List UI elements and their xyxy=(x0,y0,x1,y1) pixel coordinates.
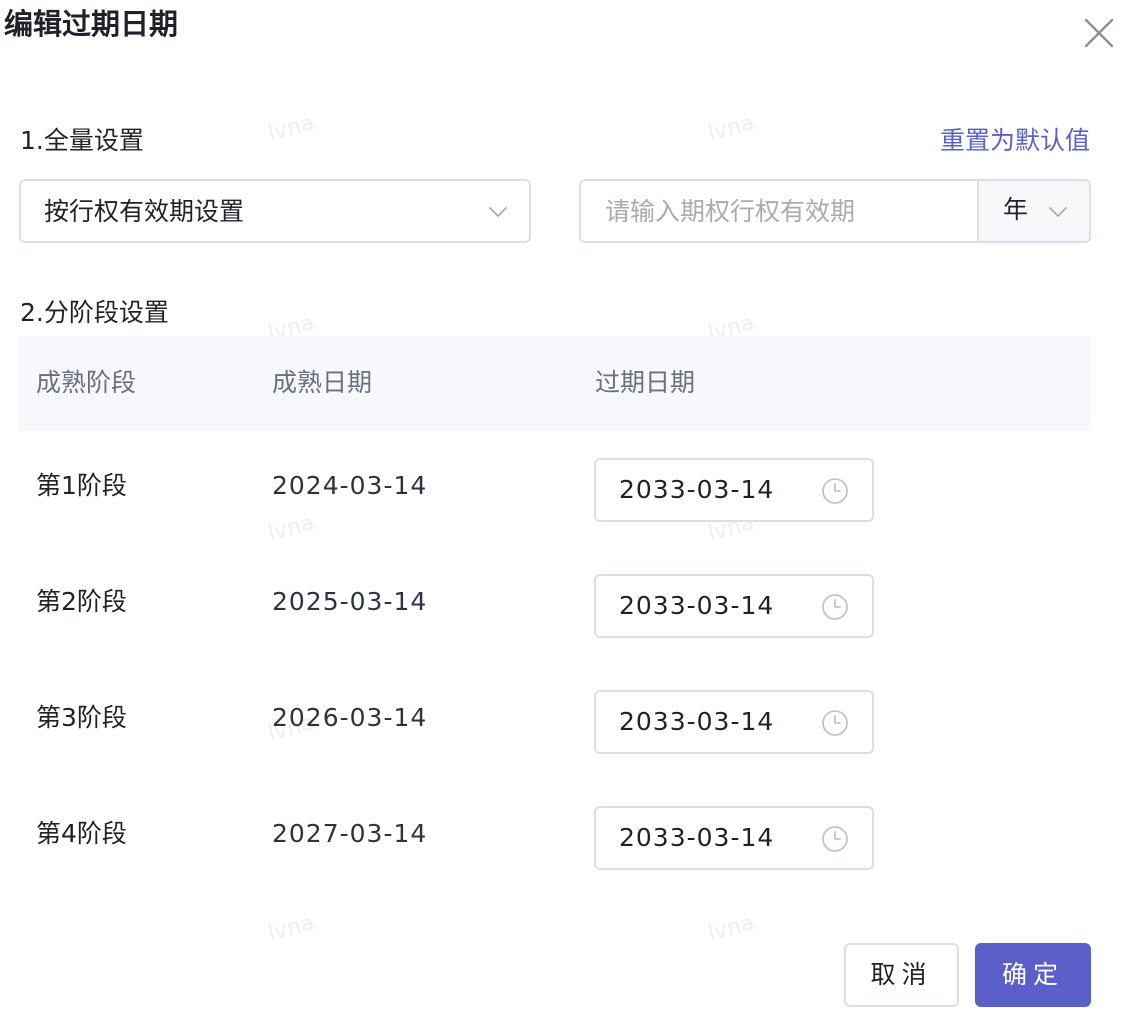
expiry-mode-value: 按行权有效期设置 xyxy=(44,197,245,226)
watermark: lvna xyxy=(705,110,758,147)
period-unit-value: 年 xyxy=(1003,195,1029,224)
expire-date-value: 2033-03-14 xyxy=(619,823,775,852)
exercise-period-input[interactable] xyxy=(581,181,977,241)
expire-date-picker[interactable]: 2033-03-14 xyxy=(594,574,874,638)
close-button[interactable] xyxy=(1080,14,1118,52)
stage-name: 第3阶段 xyxy=(36,703,127,732)
chevron-down-icon xyxy=(1049,207,1067,217)
watermark: lvna xyxy=(265,110,318,147)
table-row: 第1阶段 2024-03-14 2033-03-14 xyxy=(19,431,1091,547)
clock-icon xyxy=(822,478,848,504)
clock-icon xyxy=(822,594,848,620)
expire-date-picker[interactable]: 2033-03-14 xyxy=(594,458,874,522)
clock-icon xyxy=(822,826,848,852)
stage-name: 第4阶段 xyxy=(36,819,127,848)
section-stage-settings-label: 2.分阶段设置 xyxy=(20,298,169,327)
expire-date-picker[interactable]: 2033-03-14 xyxy=(594,806,874,870)
expire-date-picker[interactable]: 2033-03-14 xyxy=(594,690,874,754)
column-header-mature-date: 成熟日期 xyxy=(272,368,373,397)
dialog-title: 编辑过期日期 xyxy=(4,7,179,41)
stage-table: 成熟阶段 成熟日期 过期日期 第1阶段 2024-03-14 2033-03-1… xyxy=(19,336,1091,895)
close-icon xyxy=(1084,18,1114,48)
expire-date-value: 2033-03-14 xyxy=(619,707,775,736)
column-header-stage: 成熟阶段 xyxy=(36,368,137,397)
mature-date: 2024-03-14 xyxy=(272,471,428,500)
reset-default-link[interactable]: 重置为默认值 xyxy=(940,124,1090,158)
table-header: 成熟阶段 成熟日期 过期日期 xyxy=(19,336,1091,431)
expire-date-value: 2033-03-14 xyxy=(619,591,775,620)
clock-icon xyxy=(822,710,848,736)
watermark: lvna xyxy=(705,910,758,947)
table-row: 第4阶段 2027-03-14 2033-03-14 xyxy=(19,779,1091,895)
stage-name: 第2阶段 xyxy=(36,587,127,616)
confirm-button[interactable]: 确定 xyxy=(975,943,1091,1007)
expiry-mode-select[interactable]: 按行权有效期设置 xyxy=(19,179,531,243)
mature-date: 2025-03-14 xyxy=(272,587,428,616)
section-full-settings-label: 1.全量设置 xyxy=(20,126,144,155)
exercise-period-input-group: 年 xyxy=(579,179,1091,243)
period-unit-select[interactable]: 年 xyxy=(977,181,1089,241)
table-row: 第2阶段 2025-03-14 2033-03-14 xyxy=(19,547,1091,663)
column-header-expire-date: 过期日期 xyxy=(595,368,696,397)
watermark: lvna xyxy=(265,910,318,947)
table-row: 第3阶段 2026-03-14 2033-03-14 xyxy=(19,663,1091,779)
expire-date-value: 2033-03-14 xyxy=(619,475,775,504)
chevron-down-icon xyxy=(489,207,507,217)
edit-expiry-dialog: lvna lvna lvna lvna lvna lvna lvna lvna … xyxy=(0,0,1148,1030)
mature-date: 2026-03-14 xyxy=(272,703,428,732)
mature-date: 2027-03-14 xyxy=(272,819,428,848)
stage-name: 第1阶段 xyxy=(36,471,127,500)
cancel-button[interactable]: 取消 xyxy=(844,943,959,1007)
